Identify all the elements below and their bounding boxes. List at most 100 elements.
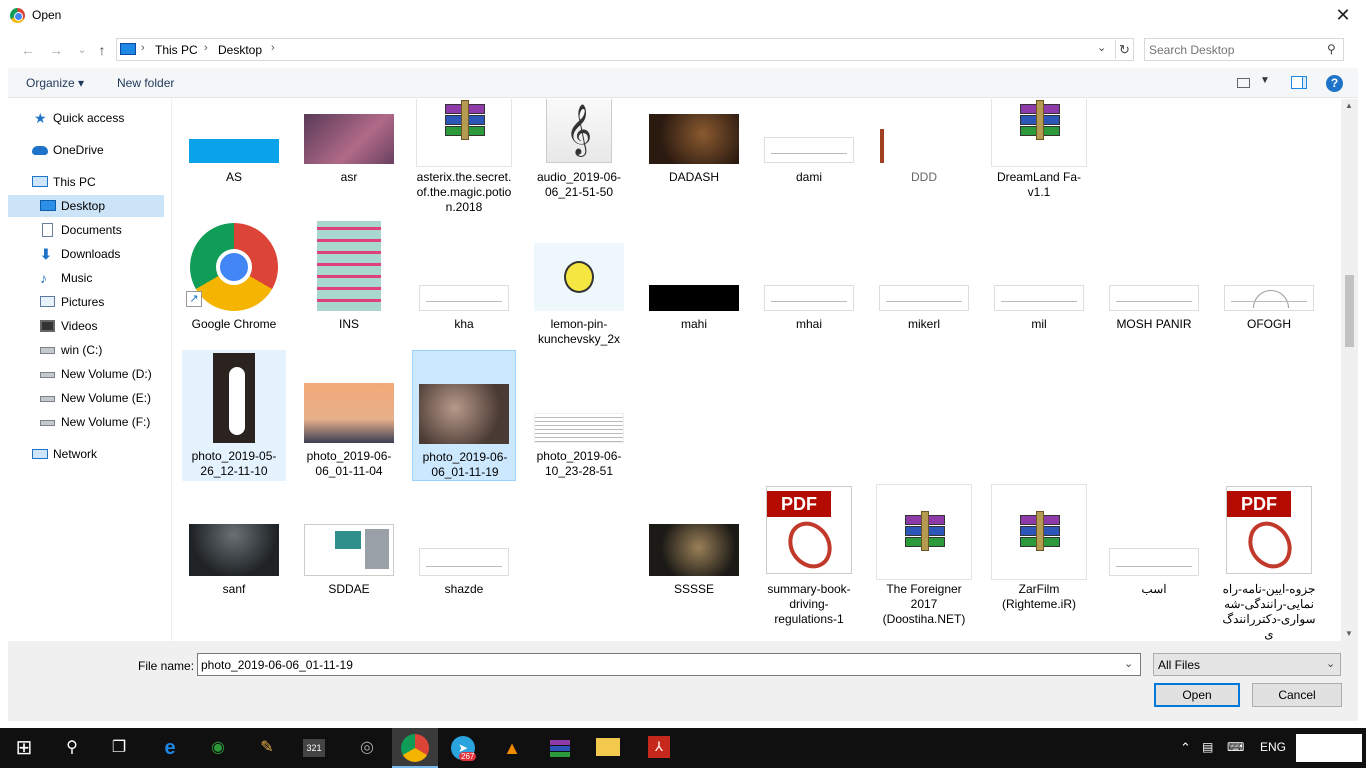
recent-locations-button[interactable]: ⌄ — [72, 40, 92, 60]
file-item[interactable]: kha — [412, 219, 516, 339]
chrome-icon[interactable] — [401, 734, 429, 762]
file-name-input[interactable] — [201, 657, 1101, 672]
navigation-pane: ★ Quick access OneDrive This PC Desktop … — [8, 99, 172, 641]
file-item[interactable]: shazde — [412, 484, 516, 624]
file-item[interactable]: mhai — [757, 219, 861, 339]
chevron-down-icon[interactable]: ⌄ — [1124, 657, 1133, 670]
breadcrumb-this-pc[interactable]: This PC — [155, 43, 198, 57]
file-item[interactable]: The Foreigner 2017 (Doostiha.NET) — [872, 484, 976, 626]
file-item[interactable]: photo_2019-06-06_01-11-19 — [412, 350, 516, 481]
start-icon[interactable]: ⊞ — [10, 734, 38, 762]
sidebar-item-videos[interactable]: Videos — [8, 315, 164, 337]
close-button[interactable]: ✕ — [1320, 0, 1366, 31]
media-player-icon[interactable]: 321 — [303, 739, 325, 757]
file-item[interactable]: mahi — [642, 219, 746, 339]
file-item[interactable]: PDF summary-book-driving-regulations-1 — [757, 484, 861, 626]
file-name-combobox[interactable]: ⌄ — [197, 653, 1141, 676]
chrome-app-icon — [10, 8, 25, 23]
image-thumbnail — [879, 285, 969, 311]
file-item[interactable]: asterix.the.secret.of.the.magic.potion.2… — [412, 99, 516, 214]
sidebar-item-volume-d[interactable]: New Volume (D:) — [8, 363, 164, 385]
clock[interactable] — [1296, 734, 1362, 762]
search-box[interactable]: ⚲ — [1144, 38, 1344, 61]
sidebar-item-volume-f[interactable]: New Volume (F:) — [8, 411, 164, 433]
file-item[interactable]: photo_2019-05-26_12-11-10 — [182, 350, 286, 481]
refresh-icon[interactable]: ↻ — [1115, 40, 1133, 59]
file-item[interactable]: ↗ Google Chrome — [182, 219, 286, 339]
file-item[interactable]: asr — [297, 99, 401, 209]
file-item[interactable]: DADASH — [642, 99, 746, 209]
camera-icon[interactable]: ◎ — [353, 734, 381, 762]
notification-app-icon[interactable]: ▤ — [1202, 740, 1213, 754]
scroll-down-icon[interactable]: ▼ — [1345, 629, 1353, 638]
file-item[interactable]: اسب — [1102, 484, 1206, 624]
forward-button[interactable]: → — [46, 40, 66, 60]
file-item[interactable]: ZarFilm (Righteme.iR) — [987, 484, 1091, 624]
view-options-icon[interactable] — [1237, 78, 1250, 88]
sidebar-item-win-c[interactable]: win (C:) — [8, 339, 164, 361]
file-item[interactable]: photo_2019-06-06_01-11-04 — [297, 350, 401, 481]
file-item[interactable]: MOSH PANIR — [1102, 219, 1206, 339]
file-item[interactable]: photo_2019-06-10_23-28-51 — [527, 350, 631, 481]
input-language[interactable]: ENG — [1260, 740, 1286, 754]
file-name: ZarFilm (Righteme.iR) — [1001, 582, 1076, 611]
file-item[interactable]: AS — [182, 99, 286, 209]
organize-button[interactable]: Organize ▾ — [26, 76, 84, 90]
file-item[interactable]: lemon-pin-kunchevsky_2x — [527, 219, 631, 349]
sidebar-item-onedrive[interactable]: OneDrive — [8, 139, 164, 161]
file-name: SSSSE — [673, 582, 715, 596]
cancel-button[interactable]: Cancel — [1252, 683, 1342, 707]
winrar-icon[interactable] — [546, 734, 574, 762]
sidebar-item-quick-access[interactable]: ★ Quick access — [8, 107, 164, 129]
vertical-scrollbar[interactable]: ▲ ▼ — [1341, 99, 1358, 641]
scrollbar-thumb[interactable] — [1345, 275, 1354, 347]
search-icon[interactable]: ⚲ — [58, 734, 86, 762]
acrobat-icon[interactable]: ⅄ — [648, 736, 670, 758]
help-icon[interactable]: ? — [1326, 75, 1343, 92]
breadcrumb-desktop[interactable]: Desktop — [218, 43, 262, 57]
file-item[interactable]: 𝄞 audio_2019-06-06_21-51-50 — [527, 99, 631, 211]
file-item[interactable]: OFOGH — [1217, 219, 1321, 339]
paint-icon[interactable]: ✎ — [253, 734, 281, 762]
network-app-icon[interactable]: ◉ — [204, 734, 232, 762]
sidebar-item-this-pc[interactable]: This PC — [8, 171, 164, 193]
file-item[interactable]: SSSSE — [642, 484, 746, 624]
open-button[interactable]: Open — [1154, 683, 1240, 707]
file-name-label: File name: — [138, 659, 195, 673]
up-button[interactable]: ↑ — [92, 40, 112, 60]
drive-icon — [40, 396, 55, 402]
new-folder-button[interactable]: New folder — [117, 76, 174, 90]
file-item[interactable]: sanf — [182, 484, 286, 624]
sidebar-item-network[interactable]: Network — [8, 443, 164, 465]
sidebar-item-music[interactable]: ♪ Music — [8, 267, 164, 289]
keyboard-icon[interactable]: ⌨ — [1227, 740, 1244, 754]
file-item[interactable]: INS — [297, 219, 401, 339]
sidebar-item-pictures[interactable]: Pictures — [8, 291, 164, 313]
file-item[interactable]: dami — [757, 99, 861, 209]
sidebar-item-volume-e[interactable]: New Volume (E:) — [8, 387, 164, 409]
file-explorer-icon[interactable] — [596, 738, 620, 756]
archive-thumbnail — [991, 99, 1087, 167]
back-button[interactable]: ← — [18, 40, 38, 60]
file-item[interactable]: SDDAE — [297, 484, 401, 624]
address-bar[interactable]: › This PC › Desktop › ⌄ ↻ — [116, 38, 1134, 61]
preview-pane-icon[interactable] — [1291, 76, 1307, 89]
tray-chevron-up-icon[interactable]: ⌃ — [1180, 740, 1191, 756]
task-view-icon[interactable]: ❐ — [105, 734, 133, 762]
file-item[interactable]: PDF جزوه-ایین-نامه-راه نمایی-رانندگی-شه … — [1217, 484, 1321, 641]
scroll-up-icon[interactable]: ▲ — [1345, 101, 1353, 110]
search-input[interactable] — [1149, 42, 1319, 57]
chevron-down-icon[interactable]: ⌄ — [1097, 41, 1106, 54]
chevron-down-icon[interactable]: ▼ — [1260, 75, 1270, 86]
file-item[interactable]: DreamLand Fa-v1.1 — [987, 99, 1091, 209]
sidebar-item-documents[interactable]: Documents — [8, 219, 164, 241]
sidebar-item-desktop[interactable]: Desktop — [8, 195, 164, 217]
file-type-select[interactable]: All Files ⌄ — [1153, 653, 1341, 676]
cloud-icon — [32, 146, 48, 155]
file-item[interactable]: mikerl — [872, 219, 976, 339]
vlc-icon[interactable]: ▲ — [498, 734, 526, 762]
sidebar-item-downloads[interactable]: ⬇ Downloads — [8, 243, 164, 265]
edge-icon[interactable]: e — [156, 734, 184, 762]
file-item[interactable]: DDD — [872, 99, 976, 209]
file-item[interactable]: mil — [987, 219, 1091, 339]
